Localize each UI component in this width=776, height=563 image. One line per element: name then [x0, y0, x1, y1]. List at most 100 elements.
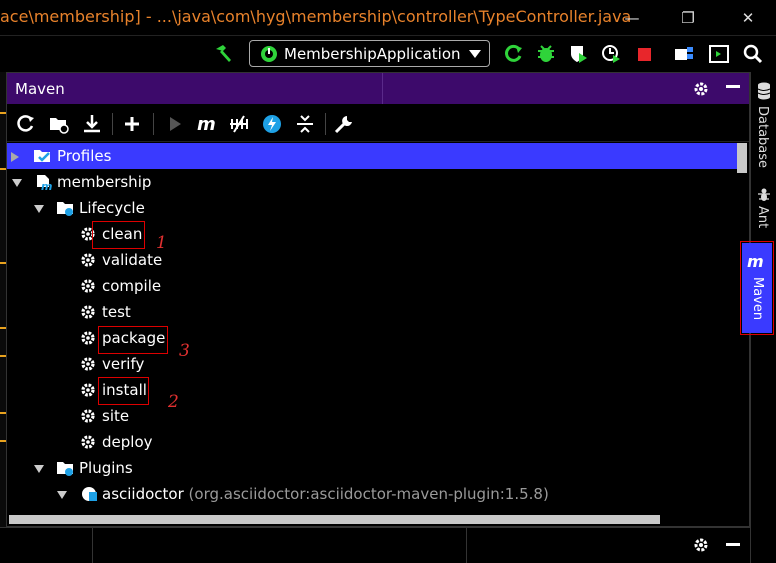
bottom-panel-bar — [0, 527, 750, 563]
tree-row-goal-compile[interactable]: compile — [7, 273, 737, 299]
annotation-number-3: 3 — [179, 341, 190, 361]
tree-label: compile — [102, 277, 162, 295]
plugin-label: asciidoctor (org.asciidoctor:asciidoctor… — [102, 485, 549, 503]
maven-header: Maven — [7, 73, 749, 104]
tree-label: verify — [102, 355, 145, 373]
run-config-label: MembershipApplication — [284, 45, 461, 63]
maven-project-icon: m — [37, 175, 52, 191]
spring-boot-icon — [261, 46, 277, 62]
collapse-arrow-icon[interactable] — [57, 491, 67, 499]
tree-row-goal-verify[interactable]: verify — [7, 351, 737, 377]
tab-database[interactable]: Database — [751, 80, 776, 170]
maven-toolbar: m — [7, 104, 749, 142]
tree-row-goal-deploy[interactable]: deploy — [7, 429, 737, 455]
stop-icon[interactable] — [633, 43, 655, 65]
debug-bug-icon[interactable] — [535, 43, 557, 65]
toolbar-separator — [325, 113, 326, 135]
tree-row-lifecycle[interactable]: Lifecycle — [7, 195, 737, 221]
hide-panel-icon[interactable] — [726, 85, 740, 88]
annotation-box-maven-tab — [740, 241, 774, 335]
tree-row-goal-test[interactable]: test — [7, 299, 737, 325]
ant-icon — [758, 188, 770, 201]
tree-row-goal-validate[interactable]: validate — [7, 247, 737, 273]
download-icon[interactable] — [81, 113, 103, 135]
search-icon[interactable] — [742, 43, 764, 65]
tree-row-goal-site[interactable]: site — [7, 403, 737, 429]
maven-title: Maven — [15, 80, 65, 98]
tree-row-plugin-asciidoctor[interactable]: asciidoctor (org.asciidoctor:asciidoctor… — [7, 481, 737, 507]
svg-text:m: m — [197, 114, 216, 135]
collapse-arrow-icon[interactable] — [12, 179, 22, 187]
plus-icon[interactable] — [121, 113, 143, 135]
window-title: ace\membership] - ...\java\com\hyg\membe… — [0, 7, 632, 26]
tree-label: validate — [102, 251, 163, 269]
maven-tool-window: Maven m Profiles m membership Lifecycle … — [6, 72, 750, 527]
title-bar: ace\membership] - ...\java\com\hyg\membe… — [0, 0, 776, 35]
expand-arrow-icon[interactable] — [11, 152, 19, 162]
gear-icon — [81, 409, 95, 423]
tree-row-project[interactable]: m membership — [7, 169, 737, 195]
gear-icon — [81, 331, 95, 345]
annotation-number-1: 1 — [156, 233, 167, 253]
generate-sources-icon[interactable] — [48, 113, 70, 135]
gear-icon — [81, 357, 95, 371]
horizontal-scrollbar[interactable] — [9, 515, 660, 524]
gear-icon — [81, 305, 95, 319]
gear-icon — [81, 435, 95, 449]
chevron-down-icon — [469, 50, 481, 58]
tree-label: asciidoctor — [102, 485, 184, 503]
maven-goal-icon[interactable]: m — [196, 113, 218, 135]
toggle-offline-icon[interactable] — [228, 113, 250, 135]
reload-icon[interactable] — [15, 113, 37, 135]
rerun-icon[interactable] — [503, 43, 525, 65]
tree-label: Profiles — [57, 147, 112, 165]
collapse-arrow-icon[interactable] — [34, 465, 44, 473]
skip-tests-icon[interactable] — [261, 113, 283, 135]
toolbar-separator — [153, 113, 154, 135]
run-config-selector[interactable]: MembershipApplication — [249, 40, 490, 67]
tree-label: site — [102, 407, 130, 425]
tab-label: Ant — [755, 206, 770, 229]
annotation-number-2: 2 — [168, 392, 179, 412]
toolbar-separator — [112, 113, 113, 135]
tree-label: test — [102, 303, 131, 321]
tree-label: Plugins — [79, 459, 133, 477]
collapse-arrow-icon[interactable] — [34, 205, 44, 213]
build-hammer-icon[interactable] — [213, 43, 235, 65]
profiles-folder-icon — [34, 150, 50, 162]
bottom-divider — [466, 528, 467, 563]
close-button[interactable]: ✕ — [738, 8, 758, 28]
gear-icon — [81, 253, 95, 267]
gear-icon — [81, 279, 95, 293]
collapse-all-icon[interactable] — [294, 113, 316, 135]
tab-ant[interactable]: Ant — [751, 184, 776, 244]
main-toolbar: MembershipApplication — [0, 35, 776, 72]
tree-label: deploy — [102, 433, 153, 451]
gear-icon — [81, 383, 95, 397]
wrench-icon[interactable] — [333, 113, 355, 135]
gear-icon[interactable] — [692, 536, 710, 554]
project-structure-icon[interactable] — [673, 43, 695, 65]
restore-button[interactable]: ❐ — [678, 8, 698, 28]
run-icon[interactable] — [164, 113, 186, 135]
annotation-box-install — [98, 377, 149, 405]
terminal-run-icon[interactable] — [708, 43, 730, 65]
tree-label: membership — [57, 173, 152, 191]
svg-text:m: m — [41, 180, 52, 191]
annotation-box-clean — [92, 221, 145, 249]
plugin-coordinates: (org.asciidoctor:asciidoctor-maven-plugi… — [188, 485, 549, 503]
gear-icon[interactable] — [692, 80, 710, 98]
annotation-box-package — [98, 326, 168, 354]
tree-row-plugins[interactable]: Plugins — [7, 455, 737, 481]
coverage-shield-icon[interactable] — [567, 43, 589, 65]
lifecycle-folder-icon — [57, 202, 73, 216]
vertical-scrollbar[interactable] — [737, 143, 747, 173]
tree-label: Lifecycle — [79, 199, 145, 217]
header-divider — [382, 73, 383, 104]
tab-label: Database — [755, 106, 770, 169]
tree-row-profiles[interactable]: Profiles — [7, 143, 737, 169]
profile-clock-icon[interactable] — [600, 43, 622, 65]
hide-panel-icon[interactable] — [726, 543, 740, 546]
minimize-button[interactable]: — — [622, 8, 642, 28]
bottom-divider — [92, 528, 93, 563]
